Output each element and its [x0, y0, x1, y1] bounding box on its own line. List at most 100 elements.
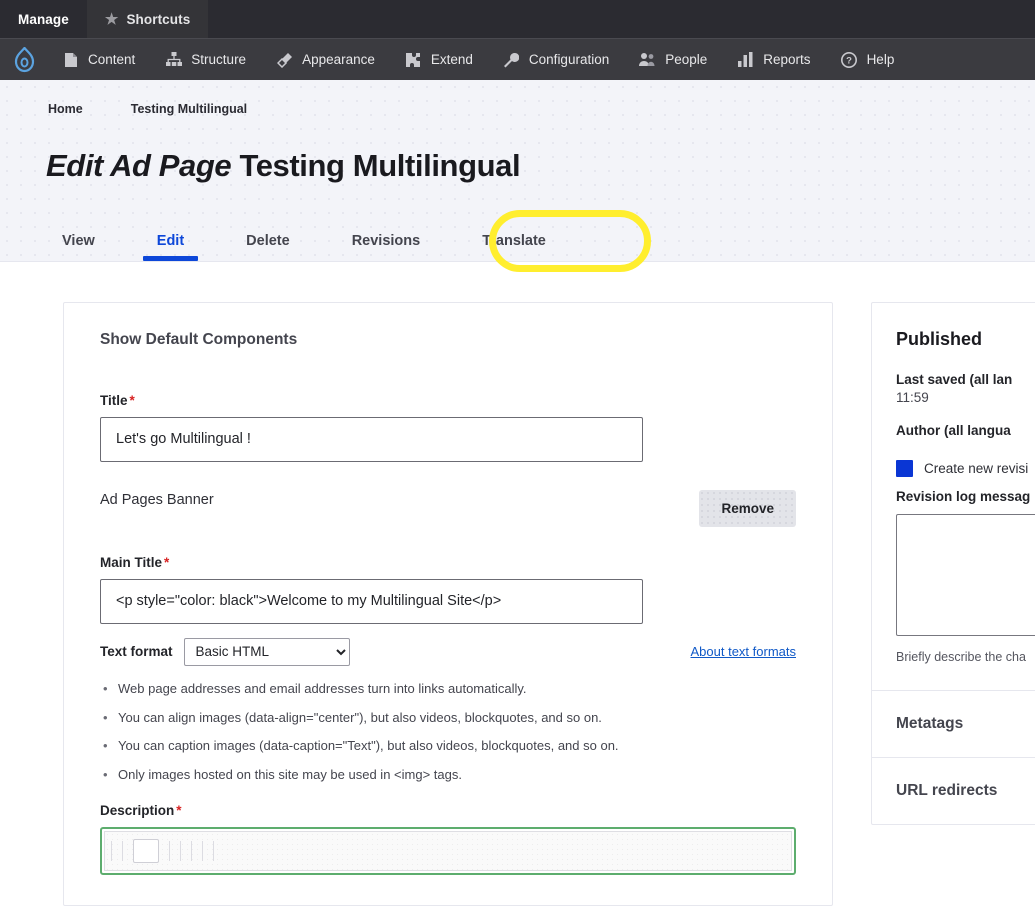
- create-new-revision-checkbox[interactable]: [896, 460, 913, 477]
- field-title: Title*: [100, 393, 796, 462]
- menu-item-structure-label: Structure: [191, 52, 246, 67]
- toolbar-tab-manage-label: Manage: [18, 12, 69, 27]
- text-format-label: Text format: [100, 644, 173, 659]
- required-marker: *: [176, 803, 181, 818]
- menu-item-structure[interactable]: Structure: [150, 39, 261, 81]
- menu-item-extend[interactable]: Extend: [390, 39, 488, 81]
- text-format-help-list: Web page addresses and email addresses t…: [100, 680, 796, 785]
- menu-item-help-label: Help: [867, 52, 895, 67]
- admin-toolbar-menu: Content Structure Appearance Extend Conf…: [0, 38, 1035, 80]
- toolbar-separator: [111, 841, 112, 861]
- sidebar-section-url-redirects[interactable]: URL redirects: [872, 757, 1035, 824]
- last-saved-label: Last saved (all lan: [896, 372, 1035, 387]
- help-list-item: You can align images (data-align="center…: [118, 709, 796, 728]
- revision-log-hint: Briefly describe the cha: [896, 650, 1035, 664]
- menu-item-content[interactable]: Content: [47, 39, 150, 81]
- section-heading-default-components: Show Default Components: [100, 331, 796, 349]
- toolbar-tab-manage[interactable]: Manage: [0, 0, 87, 38]
- menu-item-extend-label: Extend: [431, 52, 473, 67]
- tab-revisions-label: Revisions: [352, 233, 421, 249]
- question-circle-icon: ?: [841, 51, 858, 68]
- field-title-label-text: Title: [100, 393, 128, 408]
- page-title-prefix: Edit Ad Page: [46, 148, 231, 183]
- help-list-item: Web page addresses and email addresses t…: [118, 680, 796, 699]
- text-format-left: Text format Basic HTML: [100, 638, 350, 666]
- tab-edit-label: Edit: [157, 233, 184, 249]
- ckeditor-toolbar-button[interactable]: [133, 839, 159, 863]
- text-format-row: Text format Basic HTML About text format…: [100, 638, 796, 666]
- toolbar-separator: [202, 841, 203, 861]
- admin-toolbar-tabs: Manage ★ Shortcuts: [0, 0, 1035, 38]
- component-row: Ad Pages Banner Remove: [100, 490, 796, 527]
- breadcrumb: Home Testing Multilingual: [0, 80, 1035, 116]
- document-icon: [62, 51, 79, 68]
- field-description-label-text: Description: [100, 803, 174, 818]
- toolbar-separator: [213, 841, 214, 861]
- page-body: Show Default Components Title* Ad Pages …: [0, 262, 1035, 906]
- sidebar-column: Published Last saved (all lan 11:59 Auth…: [871, 302, 1035, 825]
- component-label: Ad Pages Banner: [100, 490, 214, 508]
- tab-view[interactable]: View: [62, 233, 95, 261]
- toolbar-separator: [180, 841, 181, 861]
- toolbar-separator: [122, 841, 123, 861]
- menu-item-people[interactable]: People: [624, 39, 722, 81]
- menu-item-reports[interactable]: Reports: [722, 39, 825, 81]
- primary-tabs: View Edit Delete Revisions Translate: [0, 205, 1035, 261]
- main-title-input[interactable]: [100, 579, 643, 624]
- field-main-title-label-text: Main Title: [100, 555, 162, 570]
- create-new-revision-row[interactable]: Create new revisi: [896, 460, 1035, 477]
- menu-item-reports-label: Reports: [763, 52, 810, 67]
- field-description-label: Description*: [100, 803, 796, 818]
- page-header: Home Testing Multilingual Edit Ad Page T…: [0, 80, 1035, 262]
- help-list-item: You can caption images (data-caption="Te…: [118, 737, 796, 756]
- menu-item-help[interactable]: ? Help: [826, 39, 910, 81]
- tab-view-label: View: [62, 233, 95, 249]
- menu-item-configuration[interactable]: Configuration: [488, 39, 624, 81]
- ckeditor-toolbar[interactable]: [104, 831, 792, 871]
- tab-translate[interactable]: Translate: [482, 233, 546, 261]
- remove-button[interactable]: Remove: [699, 490, 796, 527]
- required-marker: *: [164, 555, 169, 570]
- sitemap-icon: [165, 51, 182, 68]
- sidebar-section-url-redirects-label: URL redirects: [896, 782, 1035, 800]
- breadcrumb-item-testing-multilingual[interactable]: Testing Multilingual: [131, 102, 247, 116]
- description-editor-wrapper[interactable]: [100, 827, 796, 875]
- sidebar-card: Published Last saved (all lan 11:59 Auth…: [871, 302, 1035, 825]
- breadcrumb-item-home[interactable]: Home: [48, 102, 83, 116]
- field-title-label: Title*: [100, 393, 796, 408]
- field-description: Description*: [100, 803, 796, 875]
- page-title-name: Testing Multilingual: [239, 148, 520, 183]
- revision-log-textarea[interactable]: [896, 514, 1035, 636]
- field-main-title-label: Main Title*: [100, 555, 796, 570]
- svg-text:?: ?: [846, 55, 852, 66]
- tab-translate-label: Translate: [482, 233, 546, 249]
- tab-delete-label: Delete: [246, 233, 290, 249]
- status-badge: Published: [896, 329, 1035, 350]
- text-format-select[interactable]: Basic HTML: [184, 638, 350, 666]
- title-input[interactable]: [100, 417, 643, 462]
- toolbar-tab-shortcuts-label: Shortcuts: [126, 12, 190, 27]
- revision-log-label: Revision log messag: [896, 489, 1035, 504]
- create-new-revision-label: Create new revisi: [924, 461, 1028, 476]
- menu-item-people-label: People: [665, 52, 707, 67]
- menu-item-configuration-label: Configuration: [529, 52, 609, 67]
- about-text-formats-link[interactable]: About text formats: [691, 644, 797, 659]
- menu-item-appearance[interactable]: Appearance: [261, 39, 390, 81]
- sidebar-section-metatags-label: Metatags: [896, 715, 1035, 733]
- page-title: Edit Ad Page Testing Multilingual: [0, 137, 1035, 184]
- toolbar-tab-shortcuts[interactable]: ★ Shortcuts: [87, 0, 208, 38]
- tab-edit[interactable]: Edit: [157, 233, 184, 261]
- menu-item-appearance-label: Appearance: [302, 52, 375, 67]
- sidebar-status-section: Published Last saved (all lan 11:59 Auth…: [872, 303, 1035, 690]
- tab-revisions[interactable]: Revisions: [352, 233, 421, 261]
- drupal-droplet-icon[interactable]: [8, 47, 47, 73]
- sidebar-section-metatags[interactable]: Metatags: [872, 690, 1035, 757]
- required-marker: *: [130, 393, 135, 408]
- tab-delete[interactable]: Delete: [246, 233, 290, 261]
- people-icon: [639, 51, 656, 68]
- star-icon: ★: [105, 12, 119, 27]
- puzzle-icon: [405, 51, 422, 68]
- author-label: Author (all langua: [896, 423, 1035, 438]
- bar-chart-icon: [737, 51, 754, 68]
- last-saved-value: 11:59: [896, 390, 1035, 405]
